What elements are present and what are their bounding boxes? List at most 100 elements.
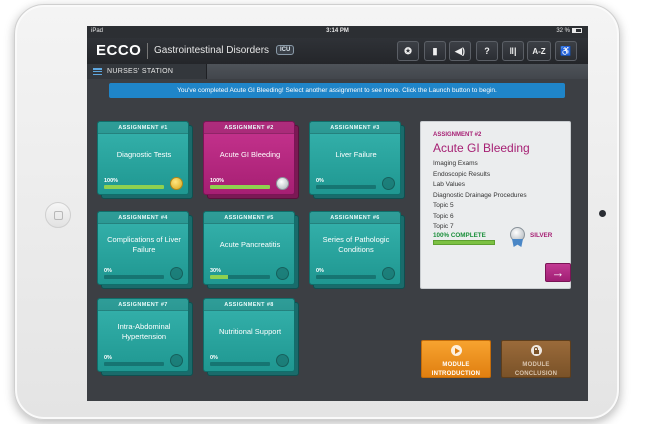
- assignment-card-5[interactable]: ASSIGNMENT #5 Acute Pancreatitis 30%: [203, 211, 299, 289]
- assignment-detail-panel: ASSIGNMENT #2 Acute GI Bleeding Imaging …: [420, 121, 571, 289]
- assignment-percent: 30%: [210, 268, 222, 274]
- gold-medal-icon: [170, 177, 183, 190]
- awards-icon[interactable]: ✪: [397, 41, 419, 61]
- assignment-title: Series of Pathologic Conditions: [322, 235, 390, 254]
- progress-fill: [104, 185, 164, 189]
- card-face: ASSIGNMENT #6 Series of Pathologic Condit…: [309, 211, 401, 285]
- app-header: ECCO Gastrointestinal Disorders ICU ✪ ▮ ◀)…: [87, 38, 588, 64]
- silver-medal-icon: [276, 177, 289, 190]
- assignment-progress-bar: [210, 275, 270, 279]
- assignment-number: ASSIGNMENT #5: [204, 212, 294, 224]
- assignment-card-6[interactable]: ASSIGNMENT #6 Series of Pathologic Condit…: [309, 211, 405, 289]
- card-face: ASSIGNMENT #2 Acute GI Bleeding 100%: [203, 121, 295, 195]
- assignment-title: Liver Failure: [335, 150, 377, 159]
- module-title: Gastrointestinal Disorders: [154, 45, 270, 56]
- help-icon[interactable]: ?: [476, 41, 498, 61]
- assignment-percent: 0%: [316, 178, 324, 184]
- clock: 3:14 PM: [326, 28, 349, 34]
- empty-medal-icon: [170, 354, 183, 367]
- assignment-progress-bar: [210, 362, 270, 366]
- assignment-progress-bar: [104, 185, 164, 189]
- detail-assignment-number: ASSIGNMENT #2: [433, 132, 482, 138]
- assignment-percent: 0%: [104, 268, 112, 274]
- assignment-number: ASSIGNMENT #3: [310, 122, 400, 134]
- battery-percent: 32 %: [556, 28, 570, 35]
- audio-icon[interactable]: ◀): [449, 41, 471, 61]
- card-face: ASSIGNMENT #5 Acute Pancreatitis 30%: [203, 211, 295, 285]
- empty-medal-icon: [382, 267, 395, 280]
- detail-progress-bar: [433, 240, 495, 245]
- assignment-title: Complications of Liver Failure: [107, 235, 181, 254]
- assignment-title: Acute GI Bleeding: [219, 150, 281, 159]
- assignment-title: Acute Pancreatitis: [219, 240, 281, 249]
- completion-banner: You've completed Acute GI Bleeding! Sele…: [109, 83, 565, 98]
- detail-medal-label: SILVER: [530, 232, 553, 239]
- library-icon[interactable]: ‖|: [502, 41, 524, 61]
- assignment-percent: 0%: [210, 355, 218, 361]
- assignment-progress-bar: [316, 185, 376, 189]
- empty-medal-icon: [382, 177, 395, 190]
- assignment-number: ASSIGNMENT #4: [98, 212, 188, 224]
- empty-medal-icon: [276, 354, 289, 367]
- menu-icon[interactable]: [93, 68, 102, 75]
- app-logo: ECCO: [96, 42, 142, 59]
- module-intro-line1: MODULE: [442, 362, 470, 368]
- assignment-card-3[interactable]: ASSIGNMENT #3 Liver Failure 0%: [309, 121, 405, 199]
- module-conclusion-button[interactable]: MODULE CONCLUSION: [501, 340, 571, 378]
- accessibility-icon[interactable]: ♿: [555, 41, 577, 61]
- assignment-title: Intra-Abdominal Hypertension: [117, 322, 171, 341]
- detail-topic-item: Topic 6: [433, 212, 454, 220]
- progress-fill: [210, 185, 270, 189]
- assignment-percent: 0%: [316, 268, 324, 274]
- assignment-number: ASSIGNMENT #7: [98, 299, 188, 311]
- card-face: ASSIGNMENT #7 Intra-Abdominal Hypertensio…: [97, 298, 189, 372]
- detail-topic-item: Imaging Exams: [433, 160, 478, 167]
- assignment-number: ASSIGNMENT #2: [204, 122, 294, 134]
- detail-topic-item: Lab Values: [433, 181, 466, 188]
- tab-nurses-station[interactable]: NURSES' STATION: [87, 64, 207, 79]
- battery-icon: [572, 28, 582, 33]
- bookmark-icon[interactable]: ▮: [424, 41, 446, 61]
- assignment-card-8[interactable]: ASSIGNMENT #8 Nutritional Support 0%: [203, 298, 299, 376]
- assignment-card-7[interactable]: ASSIGNMENT #7 Intra-Abdominal Hypertensio…: [97, 298, 193, 376]
- battery-indicator: 32 %: [556, 28, 582, 34]
- module-introduction-button[interactable]: MODULE INTRODUCTION: [421, 340, 491, 378]
- assignment-card-2[interactable]: ASSIGNMENT #2 Acute GI Bleeding 100%: [203, 121, 299, 199]
- camera-lens: [599, 210, 606, 217]
- card-face: ASSIGNMENT #8 Nutritional Support 0%: [203, 298, 295, 372]
- assignment-title: Nutritional Support: [218, 327, 282, 336]
- assignment-card-1[interactable]: ASSIGNMENT #1 Diagnostic Tests 100%: [97, 121, 193, 199]
- assignment-percent: 100%: [210, 178, 225, 184]
- module-conclusion-line2: CONCLUSION: [514, 370, 558, 377]
- detail-topic-list: Imaging Exams Endoscopic Results Lab Value…: [433, 159, 527, 233]
- tablet-frame: iPad 3:14 PM 32 % ECCO Gastrointestinal …: [14, 4, 620, 420]
- medal-ribbon: [512, 239, 523, 247]
- empty-medal-icon: [276, 267, 289, 280]
- status-bar: iPad 3:14 PM 32 %: [87, 26, 588, 38]
- glossary-icon[interactable]: A-Z: [527, 41, 551, 61]
- home-square-icon: [54, 211, 63, 220]
- lock-icon: [530, 345, 542, 356]
- empty-medal-icon: [170, 267, 183, 280]
- assignment-number: ASSIGNMENT #6: [310, 212, 400, 224]
- assignment-progress-bar: [316, 275, 376, 279]
- detail-topic-item: Topic 5: [433, 202, 454, 209]
- card-face: ASSIGNMENT #1 Diagnostic Tests 100%: [97, 121, 189, 195]
- launch-button[interactable]: →: [545, 263, 571, 282]
- assignment-card-4[interactable]: ASSIGNMENT #4 Complications of Liver Fail…: [97, 211, 193, 289]
- progress-fill: [210, 275, 228, 279]
- unit-badge: ICU: [276, 45, 295, 55]
- detail-complete-label: 100% COMPLETE: [433, 232, 486, 239]
- assignment-number: ASSIGNMENT #1: [98, 122, 188, 134]
- card-face: ASSIGNMENT #4 Complications of Liver Fail…: [97, 211, 189, 285]
- home-button[interactable]: [45, 202, 71, 228]
- card-face: ASSIGNMENT #3 Liver Failure 0%: [309, 121, 401, 195]
- header-divider: [147, 43, 148, 59]
- detail-topic-item: Diagnostic Drainage Procedures: [433, 191, 527, 199]
- assignment-progress-bar: [210, 185, 270, 189]
- nav-bar: NURSES' STATION: [87, 64, 588, 79]
- assignment-number: ASSIGNMENT #8: [204, 299, 294, 311]
- assignment-progress-bar: [104, 275, 164, 279]
- detail-topic-item: Endoscopic Results: [433, 170, 491, 178]
- module-conclusion-line1: MODULE: [522, 362, 550, 368]
